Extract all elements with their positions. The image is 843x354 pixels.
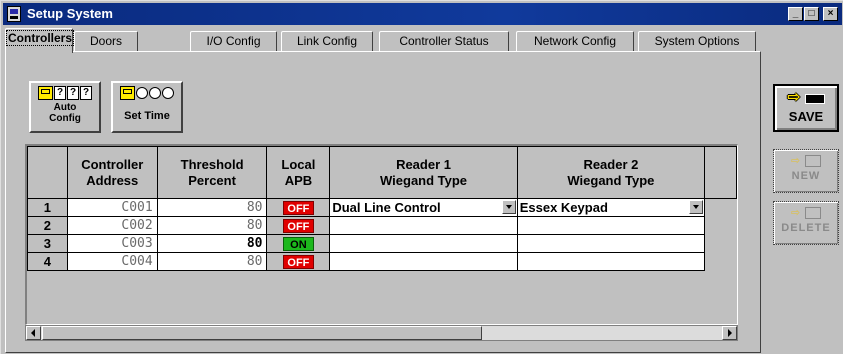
- cell-threshold[interactable]: 80: [156, 198, 268, 217]
- cell-reader2-wiegand[interactable]: [516, 234, 706, 253]
- horizontal-scrollbar[interactable]: [25, 325, 738, 341]
- apb-toggle[interactable]: OFF: [282, 219, 314, 234]
- new-icon: ⇨: [774, 154, 838, 168]
- table-row: 3 C003 80 ON: [27, 234, 737, 253]
- clock-icon: [113, 86, 181, 101]
- filler: [704, 234, 737, 253]
- cell-controller-address[interactable]: C004: [66, 252, 158, 271]
- filler: [704, 252, 737, 271]
- chevron-down-icon[interactable]: [689, 200, 704, 214]
- apb-toggle[interactable]: OFF: [282, 201, 314, 216]
- cell-local-apb[interactable]: OFF: [266, 252, 331, 271]
- grid-corner: [27, 146, 68, 199]
- reader2-value: Essex Keypad: [519, 200, 608, 215]
- header-reader1-wiegand[interactable]: Reader 1 Wiegand Type: [329, 146, 518, 199]
- table-row: 1 C001 80 OFF Dual Line Control Essex Ke…: [27, 198, 737, 217]
- tab-link-config[interactable]: Link Config: [281, 31, 373, 51]
- delete-button[interactable]: ⇨ DELETE: [773, 201, 839, 245]
- tab-doors[interactable]: Doors: [74, 31, 138, 51]
- filler: [704, 198, 737, 217]
- cell-reader1-wiegand[interactable]: [329, 216, 518, 235]
- scroll-left-button[interactable]: [26, 326, 41, 340]
- arrow-right-icon: [728, 329, 732, 337]
- row-number[interactable]: 4: [27, 252, 68, 271]
- table-row: 4 C004 80 OFF: [27, 252, 737, 271]
- tab-network-config[interactable]: Network Config: [516, 31, 634, 51]
- app-icon: [7, 6, 21, 22]
- auto-config-icon: ???: [31, 86, 99, 101]
- set-time-label: Set Time: [124, 110, 170, 122]
- new-button[interactable]: ⇨ NEW: [773, 149, 839, 193]
- cell-controller-address[interactable]: C002: [66, 216, 158, 235]
- auto-config-label-2: Config: [49, 113, 81, 124]
- row-number[interactable]: 3: [27, 234, 68, 253]
- auto-config-label-1: Auto: [53, 102, 77, 113]
- cell-reader2-wiegand[interactable]: Essex Keypad: [516, 198, 706, 217]
- header-threshold-percent[interactable]: Threshold Percent: [156, 146, 268, 199]
- apb-toggle[interactable]: ON: [282, 237, 314, 252]
- setup-system-window: Setup System _ □ × Controllers Doors I/O…: [0, 0, 843, 354]
- tab-controllers[interactable]: Controllers: [5, 28, 75, 53]
- cell-threshold[interactable]: 80: [156, 234, 268, 253]
- tab-system-options[interactable]: System Options: [638, 31, 756, 51]
- reader1-value: Dual Line Control: [332, 200, 441, 215]
- cell-local-apb[interactable]: OFF: [266, 216, 331, 235]
- header-local-apb[interactable]: Local APB: [266, 146, 331, 199]
- save-button[interactable]: ⇨ SAVE: [773, 84, 839, 132]
- cell-reader1-wiegand[interactable]: Dual Line Control: [329, 198, 518, 217]
- filler: [704, 216, 737, 235]
- chevron-down-icon[interactable]: [501, 200, 516, 214]
- close-button[interactable]: ×: [823, 7, 838, 21]
- cell-reader1-wiegand[interactable]: [329, 252, 518, 271]
- new-label: NEW: [791, 170, 821, 183]
- title-bar[interactable]: Setup System _ □ ×: [3, 3, 842, 25]
- set-time-button[interactable]: Set Time: [111, 81, 183, 133]
- minimize-button[interactable]: _: [788, 7, 803, 21]
- header-controller-address[interactable]: Controller Address: [66, 146, 158, 199]
- cell-threshold[interactable]: 80: [156, 252, 268, 271]
- cell-controller-address[interactable]: C001: [66, 198, 158, 217]
- cell-reader2-wiegand[interactable]: [516, 252, 706, 271]
- maximize-button[interactable]: □: [804, 7, 819, 21]
- cell-local-apb[interactable]: OFF: [266, 198, 331, 217]
- save-icon: ⇨: [775, 90, 837, 106]
- cell-local-apb[interactable]: ON: [266, 234, 331, 253]
- row-number[interactable]: 1: [27, 198, 68, 217]
- delete-label: DELETE: [781, 222, 831, 235]
- auto-config-button[interactable]: ??? Auto Config: [29, 81, 101, 133]
- header-filler: [704, 146, 737, 199]
- tab-controller-status[interactable]: Controller Status: [379, 31, 509, 51]
- cell-reader1-wiegand[interactable]: [329, 234, 518, 253]
- table-row: 2 C002 80 OFF: [27, 216, 737, 235]
- tab-io-config[interactable]: I/O Config: [190, 31, 277, 51]
- scroll-right-button[interactable]: [722, 326, 737, 340]
- apb-toggle[interactable]: OFF: [282, 255, 314, 270]
- arrow-left-icon: [31, 329, 35, 337]
- row-number[interactable]: 2: [27, 216, 68, 235]
- window-title: Setup System: [27, 6, 113, 21]
- cell-reader2-wiegand[interactable]: [516, 216, 706, 235]
- cell-controller-address[interactable]: C003: [66, 234, 158, 253]
- tab-controllers-label: Controllers: [6, 30, 75, 46]
- cell-threshold[interactable]: 80: [156, 216, 268, 235]
- scrollbar-thumb[interactable]: [42, 326, 482, 340]
- save-label: SAVE: [788, 109, 824, 124]
- controllers-grid: Controller Address Threshold Percent Local…: [25, 144, 738, 325]
- delete-icon: ⇨: [774, 206, 838, 220]
- header-reader2-wiegand[interactable]: Reader 2 Wiegand Type: [516, 146, 706, 199]
